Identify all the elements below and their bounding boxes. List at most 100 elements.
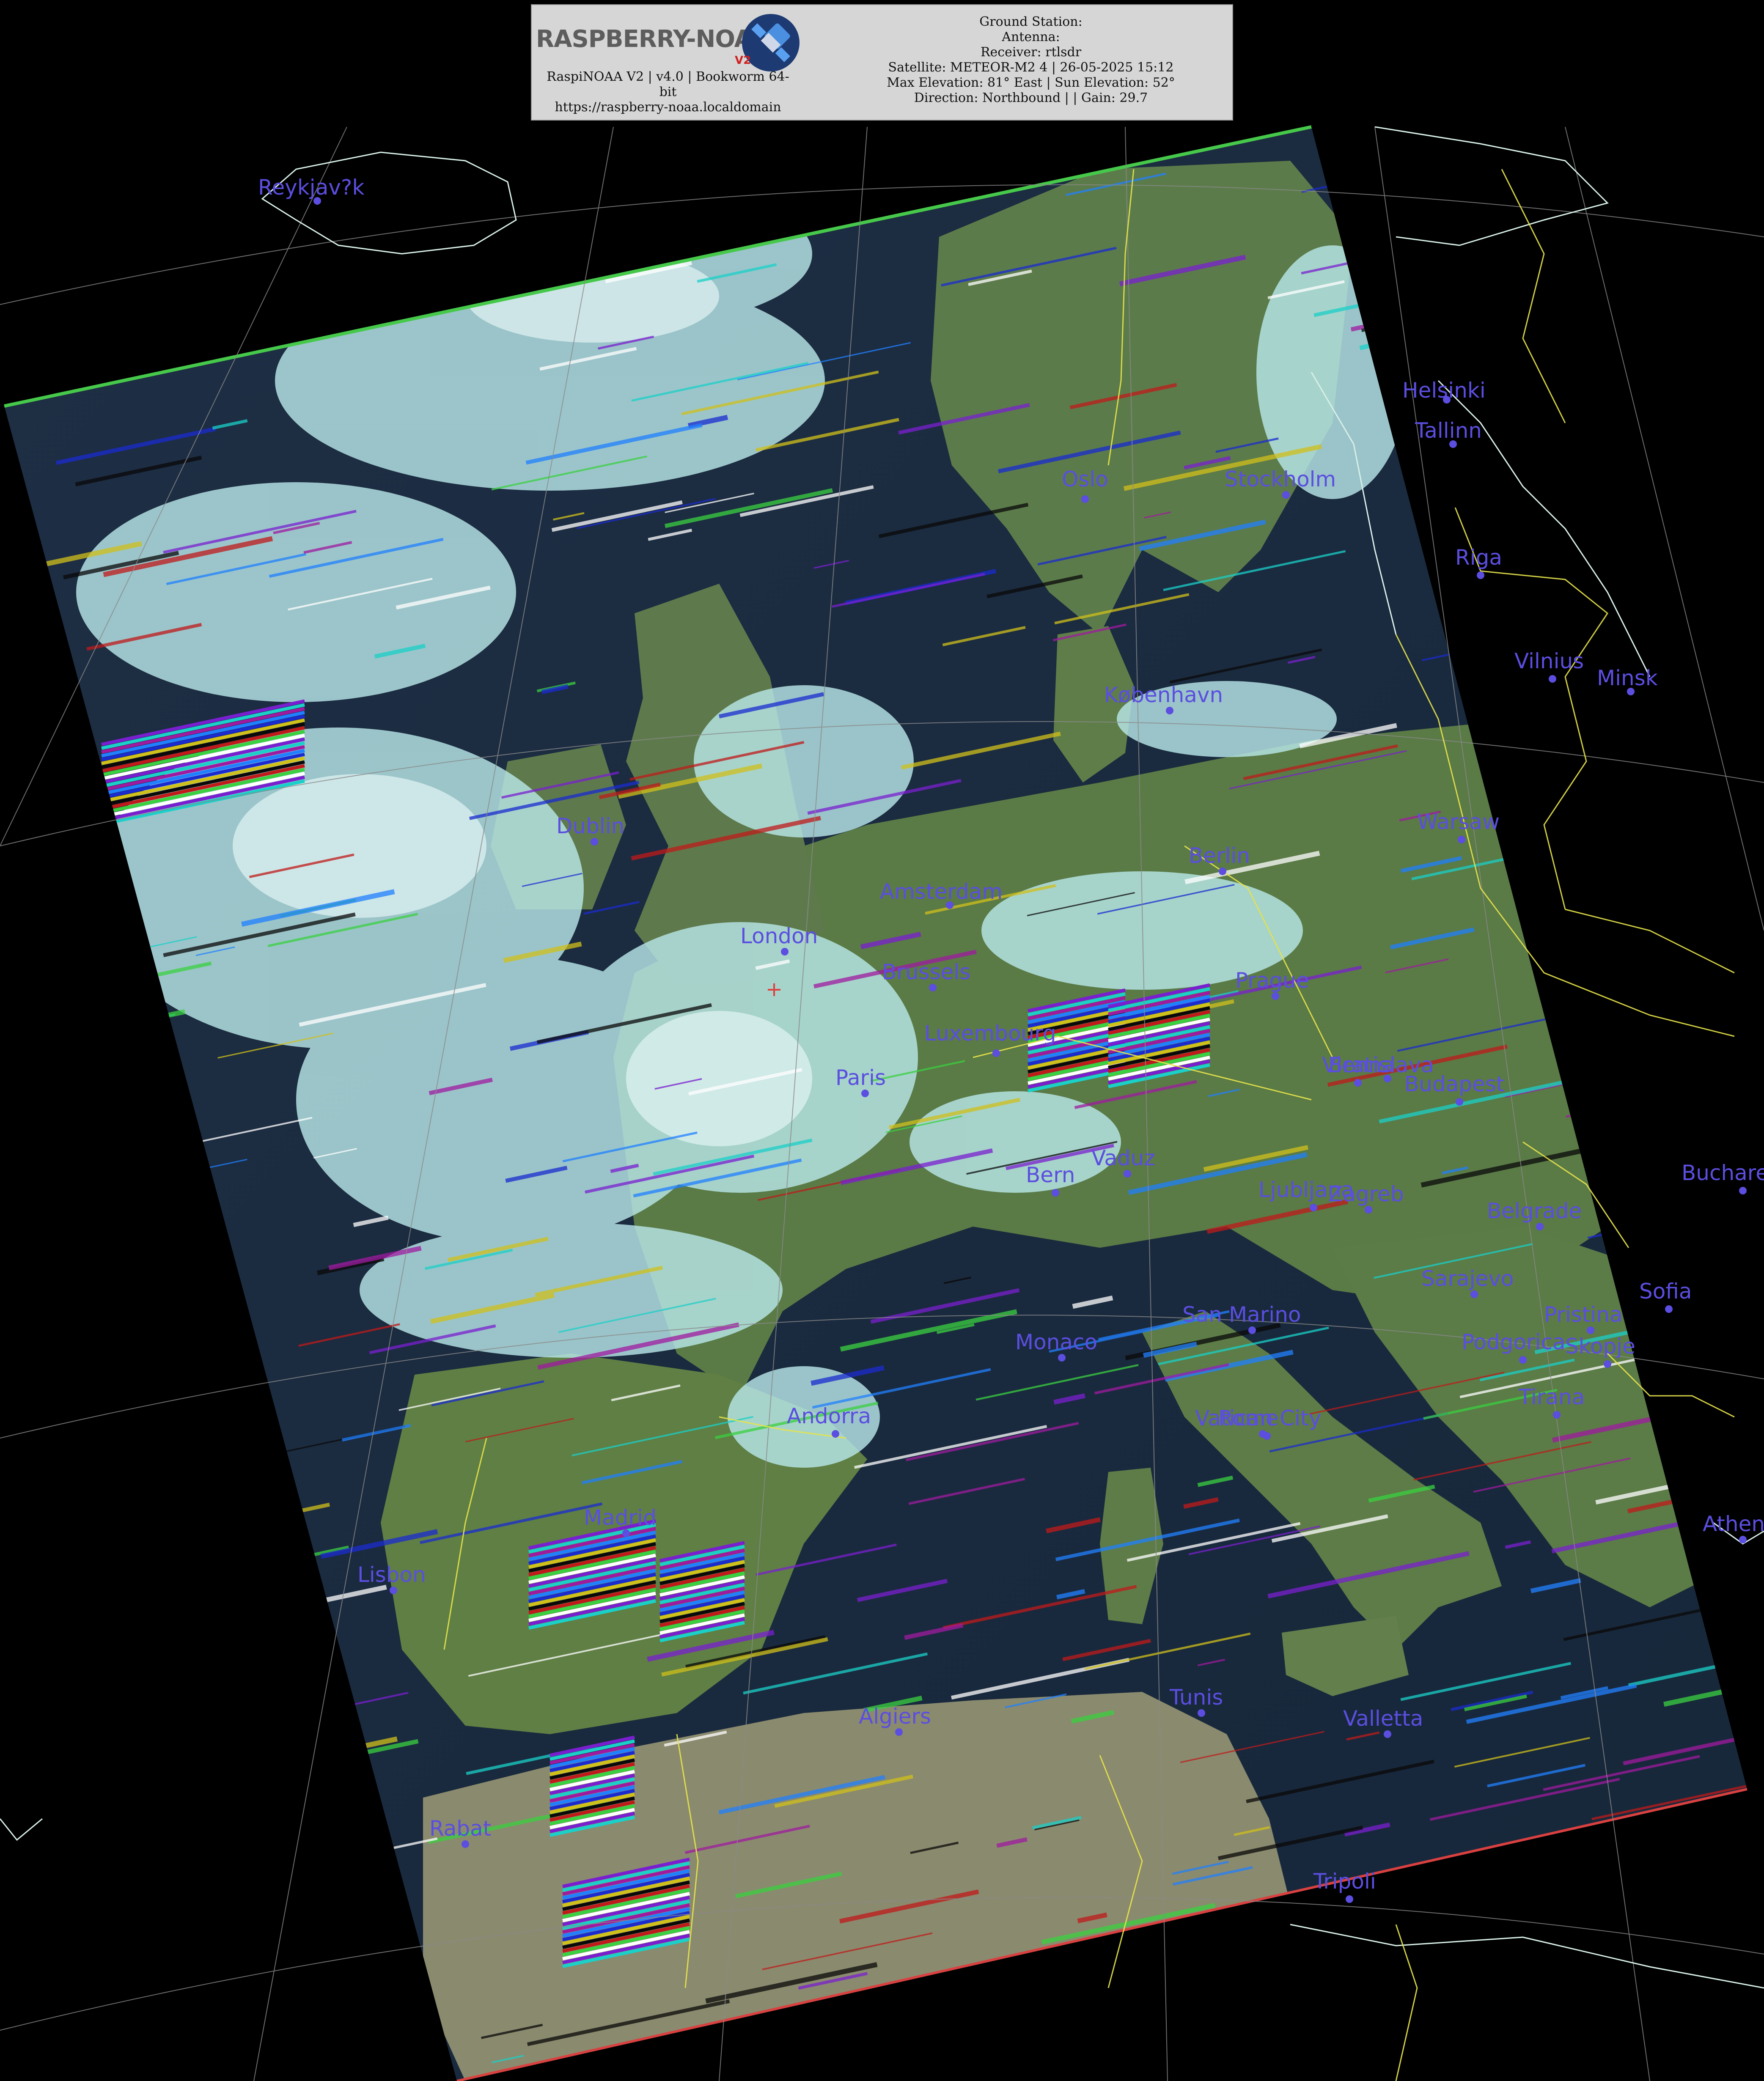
map-canvas: Reykjav?k Helsinki Tallinn Oslo Stockhol… <box>0 125 1764 2081</box>
city-label: Rabat <box>429 1816 491 1841</box>
city-dot-icon <box>1365 1206 1372 1213</box>
logo-version: V2 <box>735 54 751 67</box>
city-dot-icon <box>1198 1709 1205 1717</box>
city-label: Dublin <box>556 814 624 838</box>
city-label: Budapest <box>1404 1072 1505 1096</box>
city-label: Zagreb <box>1328 1182 1404 1206</box>
city-sofia[interactable]: Sofia <box>1639 1279 1692 1313</box>
city-dot-icon <box>1354 1079 1362 1087</box>
city-label: Lisbon <box>357 1562 426 1587</box>
city-label: Skopje <box>1565 1334 1635 1359</box>
city-label: Sarajevo <box>1421 1266 1514 1291</box>
city-dot-icon <box>1248 1326 1256 1334</box>
city-dot-icon <box>1384 1730 1391 1738</box>
city-dot-icon <box>591 838 598 846</box>
city-label: Minsk <box>1597 666 1658 690</box>
pass-info-header: RASPBERRY-NOAA V2 RaspiNOAA V2 | v4.0 | … <box>531 4 1233 121</box>
city-label: Tunis <box>1169 1685 1223 1710</box>
city-dot-icon <box>1604 1360 1611 1368</box>
station-line-antenna: Antenna: <box>1002 30 1060 44</box>
station-line-direction: Direction: Northbound | | Gain: 29.7 <box>914 91 1148 105</box>
city-dot-icon <box>1470 1290 1478 1298</box>
city-dot-icon <box>929 984 937 991</box>
city-dot-icon <box>1058 1354 1066 1362</box>
city-dot-icon <box>1477 571 1484 579</box>
city-dot-icon <box>1310 1204 1317 1211</box>
city-label: Bucharest <box>1682 1161 1764 1185</box>
city-dot-icon <box>1219 868 1226 875</box>
city-label: Tallinn <box>1415 418 1482 443</box>
city-dot-icon <box>1549 675 1556 683</box>
city-label: Amsterdam <box>880 879 1003 904</box>
city-dot-icon <box>1456 1098 1463 1106</box>
city-riga[interactable]: Riga <box>1455 545 1502 579</box>
city-dot-icon <box>832 1430 839 1438</box>
app-info: RaspiNOAA V2 | v4.0 | Bookworm 64- bit h… <box>537 69 799 115</box>
city-label: Tirana <box>1518 1385 1585 1409</box>
city-label: Berlin <box>1189 843 1250 868</box>
city-dot-icon <box>1124 1170 1131 1178</box>
app-version-line: RaspiNOAA V2 | v4.0 | Bookworm 64- <box>547 69 789 84</box>
city-dot-icon <box>1665 1305 1673 1313</box>
city-label: Warsaw <box>1417 810 1500 834</box>
city-dot-icon <box>390 1587 397 1594</box>
city-dot-icon <box>992 1049 1000 1057</box>
city-dot-icon <box>781 948 789 955</box>
city-dot-icon <box>1081 495 1089 503</box>
city-dot-icon <box>1519 1356 1527 1364</box>
city-tallinn[interactable]: Tallinn <box>1415 418 1482 448</box>
city-dot-icon <box>1536 1223 1544 1230</box>
city-dot-icon <box>462 1840 469 1848</box>
city-vilnius[interactable]: Vilnius <box>1514 649 1584 683</box>
city-label: Luxembourg <box>924 1021 1056 1046</box>
city-label: Reykjav?k <box>258 175 364 200</box>
satellite-map-view: Reykjav?k Helsinki Tallinn Oslo Stockhol… <box>0 0 1764 2081</box>
city-label: Belgrade <box>1487 1199 1582 1223</box>
city-helsinki[interactable]: Helsinki <box>1402 378 1486 404</box>
city-dot-icon <box>1346 1895 1353 1903</box>
app-version-line-cont: bit <box>659 85 677 99</box>
city-athens[interactable]: Athens <box>1703 1512 1764 1543</box>
app-url[interactable]: https://raspberry-noaa.localdomain <box>537 100 799 115</box>
city-label: Athens <box>1703 1512 1764 1536</box>
city-minsk[interactable]: Minsk <box>1597 666 1658 695</box>
city-label: Bern <box>1026 1163 1075 1187</box>
city-dot-icon <box>1553 1411 1561 1419</box>
city-label: San Marino <box>1182 1302 1301 1327</box>
city-dot-icon <box>1166 707 1173 714</box>
city-label: Vaduz <box>1091 1146 1155 1170</box>
city-label: Paris <box>835 1065 886 1090</box>
city-tripoli[interactable]: Tripoli <box>1313 1869 1376 1903</box>
city-label: Pristina <box>1544 1302 1623 1327</box>
city-label: Prague <box>1235 968 1309 993</box>
city-label: Algiers <box>859 1704 931 1729</box>
raspberry-noaa-logo: RASPBERRY-NOAA V2 <box>536 8 800 76</box>
city-label: Riga <box>1455 545 1502 570</box>
city-label: Valletta <box>1343 1706 1423 1731</box>
city-dot-icon <box>1263 1432 1271 1440</box>
city-label: Stockholm <box>1225 467 1336 491</box>
city-label: Brussels <box>882 960 970 984</box>
city-label: Oslo <box>1062 467 1108 491</box>
city-label: Andorra <box>787 1404 871 1428</box>
city-dot-icon <box>1282 491 1290 499</box>
city-dot-icon <box>1272 992 1279 1000</box>
city-label: London <box>740 924 818 948</box>
city-dot-icon <box>1052 1189 1059 1197</box>
city-label: Podgorica <box>1462 1330 1566 1354</box>
city-label: Monaco <box>1015 1330 1097 1354</box>
city-dot-icon <box>622 1529 630 1537</box>
city-label: Vilnius <box>1514 649 1584 673</box>
city-bucharest[interactable]: Bucharest <box>1682 1161 1764 1194</box>
city-dot-icon <box>1739 1187 1747 1194</box>
station-info: Ground Station: Antenna: Receiver: rtlsd… <box>828 14 1234 106</box>
station-line-satellite: Satellite: METEOR-M2 4 | 26-05-2025 15:1… <box>888 60 1174 75</box>
city-dot-icon <box>895 1728 903 1736</box>
city-label: København <box>1104 683 1223 707</box>
station-line-receiver: Receiver: rtlsdr <box>980 45 1082 60</box>
logo-text: RASPBERRY-NOAA <box>536 25 770 53</box>
city-label: Rome <box>1218 1406 1279 1430</box>
city-label: Madrid <box>584 1505 657 1530</box>
city-label: Sofia <box>1639 1279 1692 1304</box>
city-dot-icon <box>861 1090 869 1097</box>
